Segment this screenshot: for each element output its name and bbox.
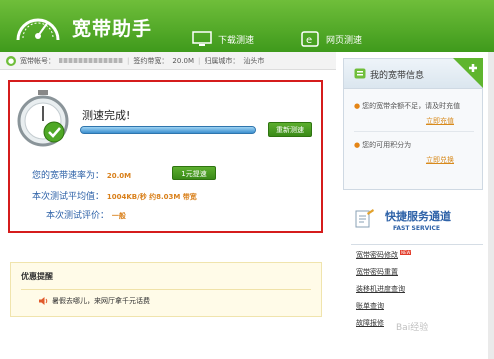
promo-text: 暑假去哪儿，来网厅拿千元话费 [52,297,150,305]
average-row: 本次测试平均值： 1004KB/秒 约8.03M 带宽 [32,189,197,202]
service-link-password-change[interactable]: 宽带密码修改 NEW [356,250,486,267]
svg-text:e: e [306,35,312,46]
service-document-icon [355,209,374,228]
promo-box: 优惠提醒 暑假去哪儿，来网厅拿千元话费 [10,262,322,317]
browser-icon: e [301,31,319,47]
blurred-account-number [59,58,123,63]
divider [21,289,311,290]
test-status: 测速完成! [82,109,131,122]
evaluation-value: 一般 [111,212,126,220]
info-icon [354,68,366,79]
service-link-bill-query[interactable]: 账单查询 [356,301,486,318]
my-broadband-info-panel: 我的宽带信息 ● 您的宽带余额不足，请及时充值 立即充值 ● 您的可用积分为 立即兑… [343,58,483,190]
progress-fill [81,127,255,133]
divider: | [198,56,201,65]
tab-download-speed-test[interactable]: 下载测速 [192,26,254,52]
app-title: 宽带助手 [72,18,153,40]
upgrade-speed-button[interactable]: 1元提速 [172,166,216,180]
service-subtitle: FAST SERVICE [393,225,440,232]
evaluation-label: 本次测试评价： [46,211,110,221]
redeem-link[interactable]: 立即兑换 [426,155,454,165]
evaluation-row: 本次测试评价： 一般 [46,208,126,221]
stopwatch-icon [17,90,69,147]
rate-label: 您的宽带速率为： [32,171,105,181]
rate-value: 20.0M [106,172,132,180]
divider [354,131,474,132]
app-header: 宽带助手 下载测速 e 网页测速 [0,0,494,52]
panel-header: 我的宽带信息 [344,58,483,89]
contract-speed-label: 签约带宽： [133,56,169,65]
monitor-icon [192,31,212,46]
average-label: 本次测试平均值： [32,192,105,202]
speed-test-result-panel: 测速完成! 重新测速 您的宽带速率为： 20.0M 1元提速 本次测试平均值： … [8,80,323,233]
speedometer-logo-icon [16,18,60,41]
bullet-icon: ● [354,102,361,110]
contract-speed-value: 20.0M [172,56,194,65]
user-icon: ● [6,55,16,66]
balance-notice: ● 您的宽带余额不足，请及时充值 [354,102,461,110]
promo-item[interactable]: 暑假去哪儿，来网厅拿千元话费 [39,296,150,306]
bullet-icon: ● [354,141,361,149]
watermark: Bai经验 [396,323,429,333]
panel-title: 我的宽带信息 [370,71,425,81]
fast-service-header: 快捷服务通道 FAST SERVICE [351,205,481,241]
service-title: 快捷服务通道 [385,210,451,223]
scrollbar[interactable] [488,52,494,359]
progress-bar [80,126,256,134]
new-badge: NEW [400,250,412,255]
recharge-link[interactable]: 立即充值 [426,116,454,126]
tab-web-speed-test[interactable]: e 网页测速 [300,26,362,52]
divider [351,244,483,245]
tab-label: 网页测速 [326,35,363,46]
speaker-icon [39,297,48,305]
divider: | [127,56,130,65]
plus-icon[interactable] [453,58,483,88]
service-link-install-progress[interactable]: 装移机进度查询 [356,284,486,301]
tab-label: 下载测速 [218,35,255,46]
points-notice: ● 您的可用积分为 [354,141,412,149]
account-info-bar: ● 宽带帐号： | 签约带宽： 20.0M | 归属城市： 汕头市 [0,52,336,70]
rate-row: 您的宽带速率为： 20.0M [32,168,131,181]
city-label: 归属城市： [204,56,240,65]
average-value: 1004KB/秒 约8.03M 带宽 [106,193,197,201]
account-label: 宽带帐号： [20,56,55,65]
city-value: 汕头市 [243,56,265,65]
retest-button[interactable]: 重新测速 [268,122,312,137]
promo-title: 优惠提醒 [21,272,53,281]
service-link-password-reset[interactable]: 宽带密码重置 [356,267,486,284]
